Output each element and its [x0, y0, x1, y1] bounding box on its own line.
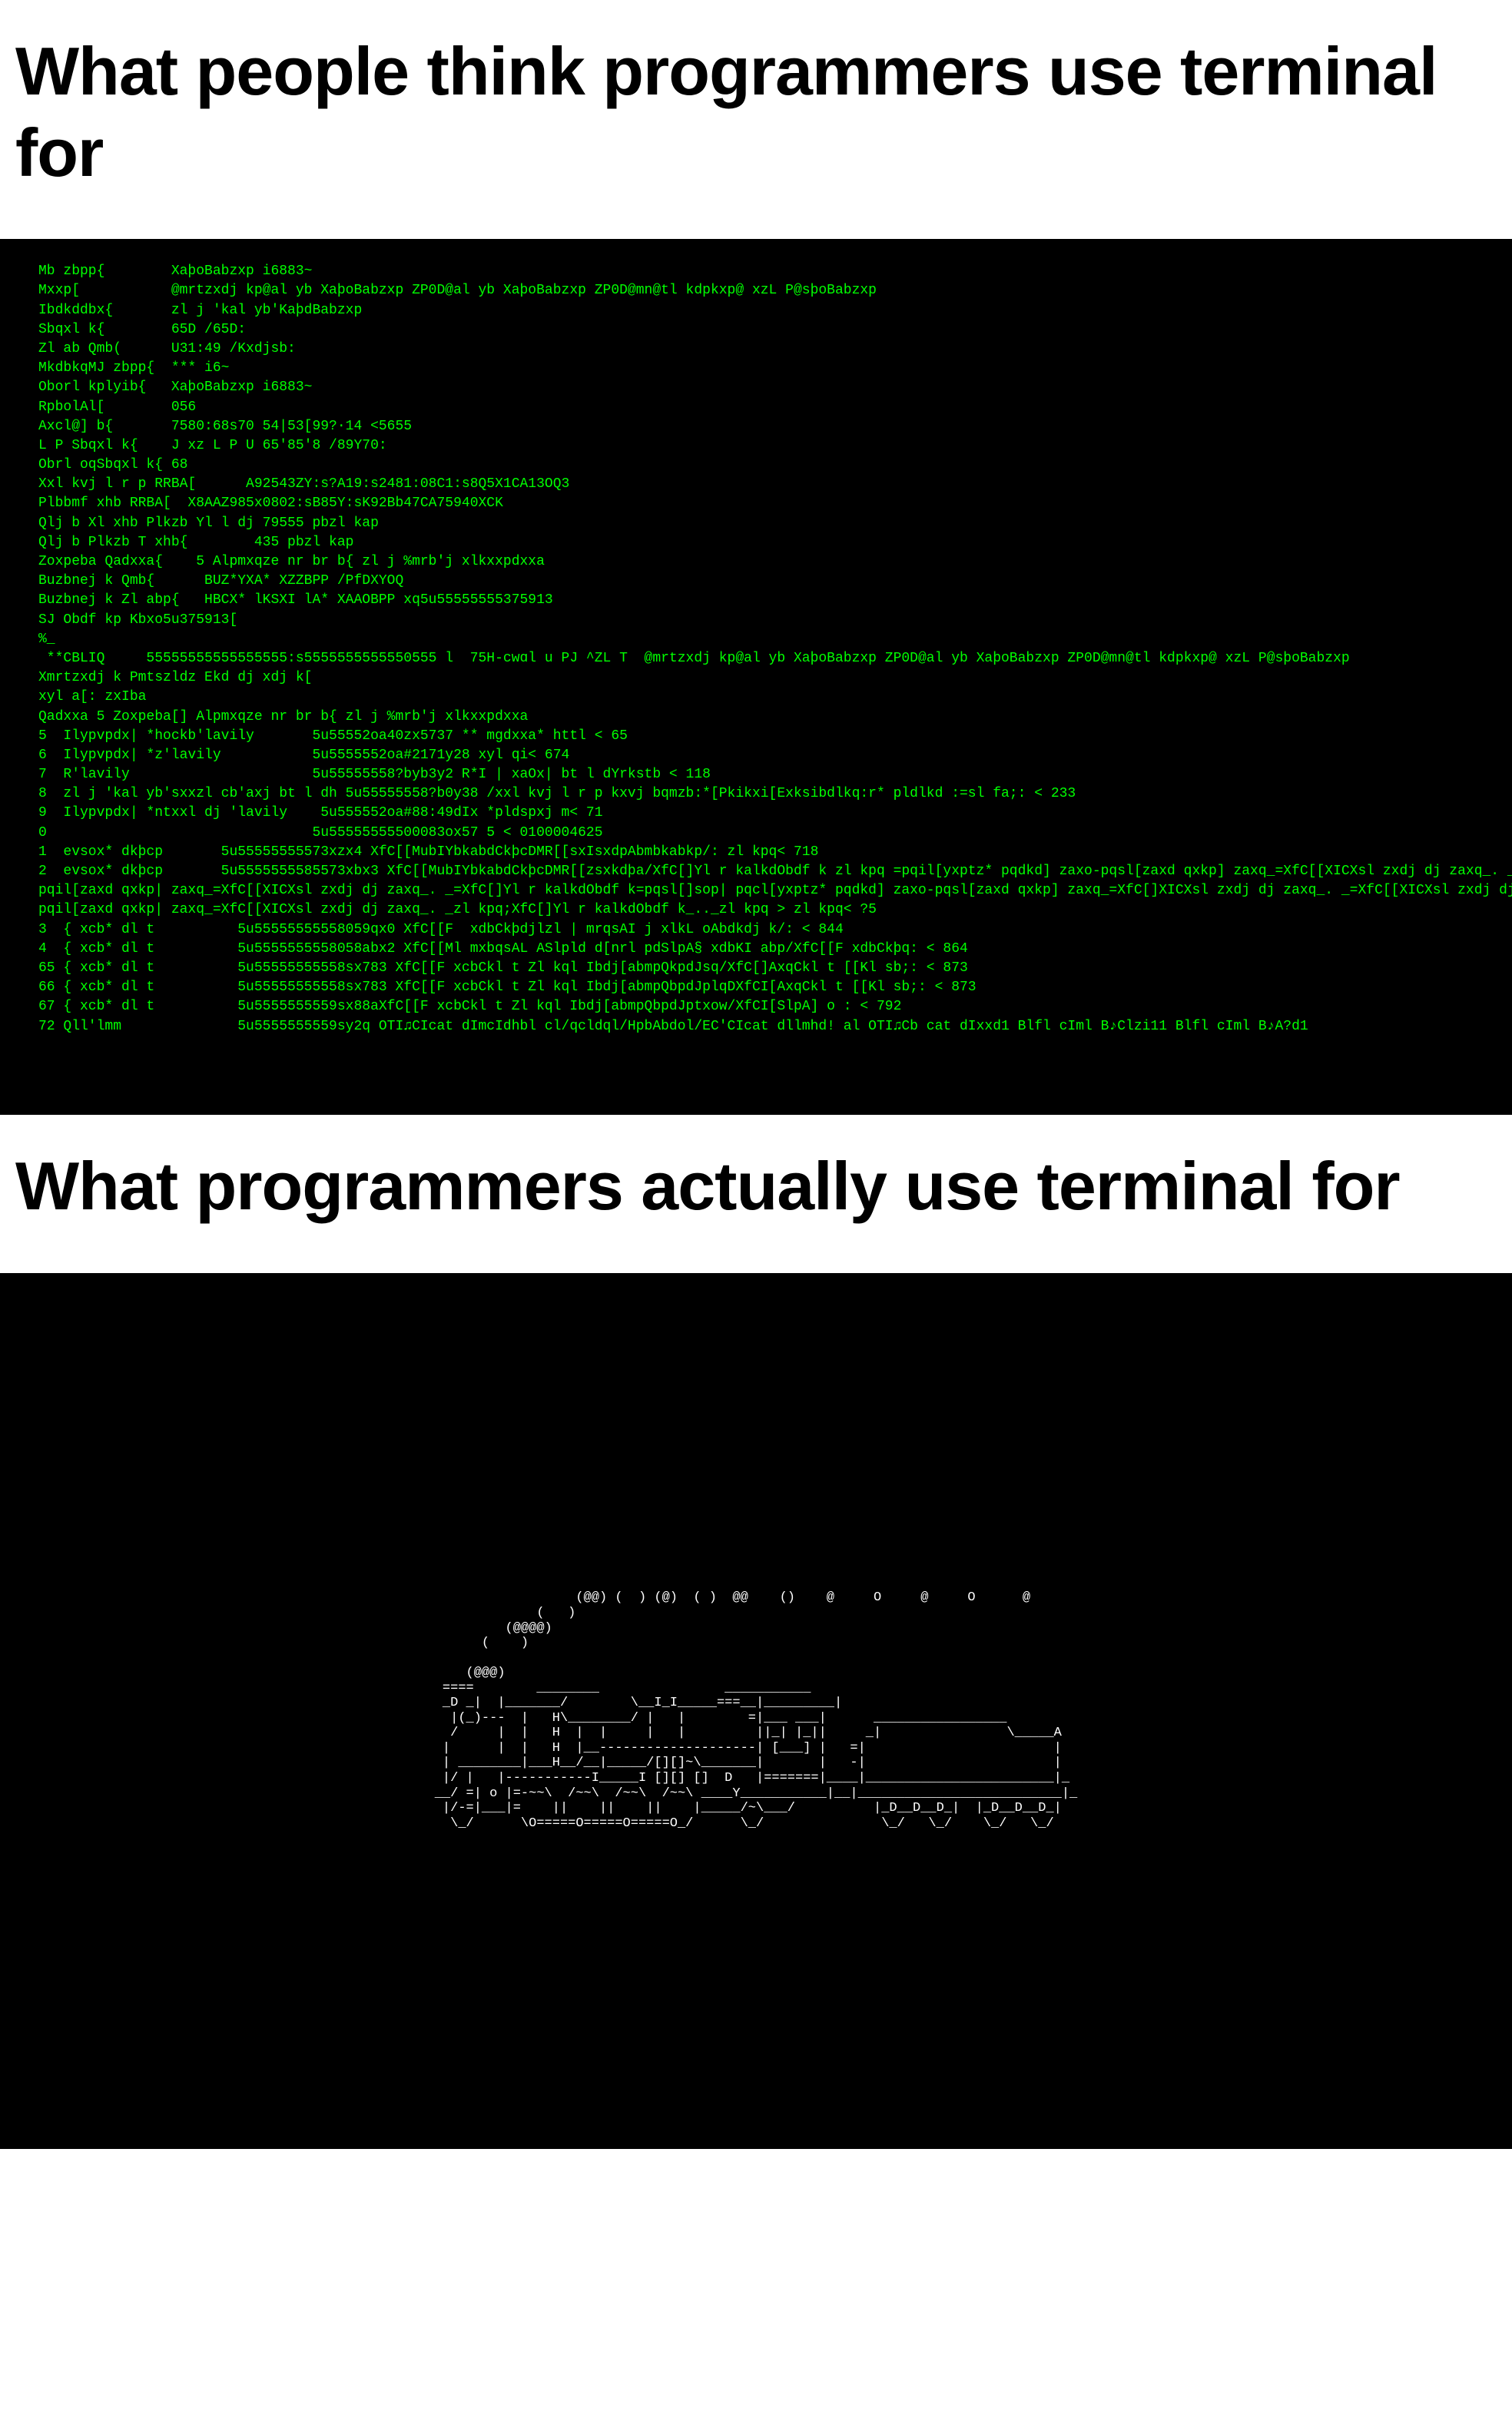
terminal-line: Plbbmf xhb RRBA[ X8AAZ985x0802:sB85Y:sK9…: [38, 494, 1474, 513]
terminal-line: 7 R'lavily 5u55555558?byb3y2 R*I | xaOx|…: [38, 765, 1474, 784]
terminal-line: pqil[zaxd qxkp| zaxq_=XfC[[XICXsl zxdj d…: [38, 881, 1474, 900]
terminal-line: xyl a[: zxIba: [38, 688, 1474, 707]
terminal-line: Ibdkddbx{ zl j 'kal yb'KaþdBabzxp: [38, 301, 1474, 320]
terminal-line: 3 { xcb* dl t 5u55555555558059qx0 XfC[[F…: [38, 920, 1474, 940]
terminal-line: Xmrtzxdj k Pmtszldz Ekd dj xdj k[: [38, 668, 1474, 688]
terminal-line: pqil[zaxd qxkp| zaxq_=XfC[[XICXsl zxdj d…: [38, 900, 1474, 920]
terminal-line: SJ Obdf kp Kbxo5u375913[: [38, 611, 1474, 630]
terminal-line: Axcl@] b{ 7580:68s70 54|53[99?·14 <5655: [38, 417, 1474, 436]
terminal-hacker: Mb zbpp{ XaþoBabzxp i6883~Mxxp[ @mrtzxdj…: [0, 239, 1512, 1115]
terminal-line: 9 Ilypvpdx| *ntxxl dj 'lavily 5u555552oa…: [38, 804, 1474, 823]
terminal-line: 66 { xcb* dl t 5u55555555558sx783 XfC[[F…: [38, 978, 1474, 997]
terminal-line: 72 Qll'lmm 5u5555555559sy2q OTI♫CIcat dI…: [38, 1017, 1474, 1036]
terminal-line: 5 Ilypvpdx| *hockb'lavily 5u55552oa40zx5…: [38, 727, 1474, 746]
terminal-line: Oborl kplyib{ XaþoBabzxp i6883~: [38, 378, 1474, 397]
terminal-line: RpbolAl[ 056: [38, 398, 1474, 417]
terminal-line: 6 Ilypvpdx| *z'lavily 5u5555552oa#2171y2…: [38, 746, 1474, 765]
terminal-sl: (@@) ( ) (@) ( ) @@ () @ O @ O @ ( ) (@@…: [0, 1273, 1512, 2149]
terminal-line: **CBLIQ 55555555555555555:s5555555555550…: [38, 649, 1474, 668]
terminal-line: 4 { xcb* dl t 5u5555555558058abx2 XfC[[M…: [38, 940, 1474, 959]
terminal-line: Zl ab Qmb( U31:49 /Kxdjsb:: [38, 340, 1474, 359]
terminal-line: 1 evsox* dkþcp 5u55555555573xzx4 XfC[[Mu…: [38, 843, 1474, 862]
terminal-line: Qlj b Xl xhb Plkzb Yl l dj 79555 pbzl ka…: [38, 514, 1474, 533]
terminal-line: Sbqxl k{ 65D /65D:: [38, 320, 1474, 340]
sl-train-ascii: (@@) ( ) (@) ( ) @@ () @ O @ O @ ( ) (@@…: [435, 1590, 1078, 1831]
heading-top: What people think programmers use termin…: [0, 0, 1512, 239]
terminal-line: 67 { xcb* dl t 5u5555555559sx88aXfC[[F x…: [38, 997, 1474, 1016]
terminal-line: Mxxp[ @mrtzxdj kp@al yb XaþoBabzxp ZP0D@…: [38, 281, 1474, 300]
terminal-line: 2 evsox* dkþcp 5u5555555585573xbx3 XfC[[…: [38, 862, 1474, 881]
terminal-line: Qlj b Plkzb T xhb{ 435 pbzl kap: [38, 533, 1474, 552]
terminal-line: Qadxxa 5 Zoxpeba[] Alpmxqze nr br b{ zl …: [38, 708, 1474, 727]
terminal-line: 0 5u55555555500083ox57 5 < 0100004625: [38, 824, 1474, 843]
terminal-line: 8 zl j 'kal yb'sxxzl cb'axj bt l dh 5u55…: [38, 784, 1474, 804]
terminal-line: Zoxpeba Qadxxa{ 5 Alpmxqze nr br b{ zl j…: [38, 552, 1474, 572]
terminal-line: Obrl oqSbqxl k{ 68: [38, 456, 1474, 475]
terminal-line: MkdbkqMJ zbpp{ *** i6~: [38, 359, 1474, 378]
terminal-line: Mb zbpp{ XaþoBabzxp i6883~: [38, 262, 1474, 281]
terminal-line: Xxl kvj l r p RRBA[ A92543ZY:s?A19:s2481…: [38, 475, 1474, 494]
terminal-line: Buzbnej k Qmb{ BUZ*YXA* XZZBPP /PfDXYOQ: [38, 572, 1474, 591]
heading-bottom: What programmers actually use terminal f…: [0, 1115, 1512, 1273]
terminal-line: Buzbnej k Zl abp{ HBCX* lKSXI lA* XAAOBP…: [38, 591, 1474, 610]
terminal-line: 65 { xcb* dl t 5u55555555558sx783 XfC[[F…: [38, 959, 1474, 978]
terminal-line: %_: [38, 630, 1474, 649]
terminal-line: L P Sbqxl k{ J xz L P U 65'85'8 /89Y70:: [38, 436, 1474, 456]
